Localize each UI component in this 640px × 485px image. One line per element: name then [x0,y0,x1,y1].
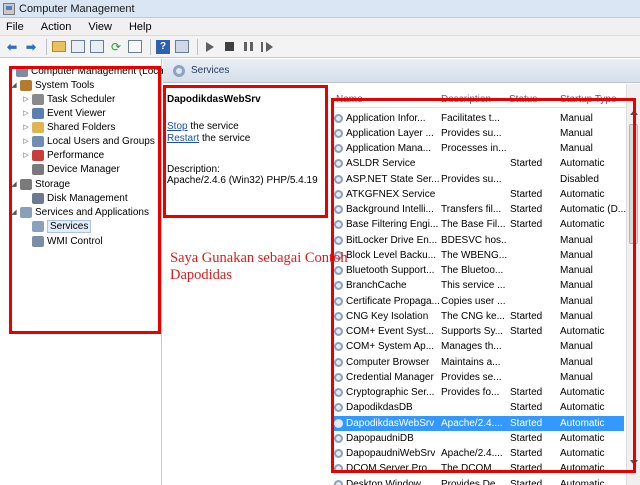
service-description-cell: Provides De... [441,478,504,485]
window-title: Computer Management [19,2,135,15]
annotation-box-list [331,98,636,473]
title-bar: Computer Management [0,0,640,18]
menu-view[interactable]: View [86,21,114,33]
restart-service-icon[interactable] [259,39,275,55]
menu-action[interactable]: Action [39,21,74,33]
annotation-box-tree [9,66,161,334]
service-status-cell: Started [510,478,543,485]
console-icon[interactable] [174,39,190,55]
stop-service-icon[interactable] [221,39,237,55]
menu-file[interactable]: File [4,21,26,33]
start-service-icon[interactable] [202,39,218,55]
services-gear-icon [173,64,185,77]
menu-help[interactable]: Help [127,21,154,33]
toolbar-separator [150,38,151,55]
service-name-cell: Desktop Window ... [334,479,439,485]
properties-icon[interactable] [89,39,105,55]
refresh-icon[interactable]: ⟳ [108,39,124,55]
toolbar-separator [46,38,47,55]
annotation-caption-line1: Saya Gunakan sebagai Contoh [170,250,348,266]
annotation-box-detail [163,85,328,218]
show-hide-tree-icon[interactable] [70,39,86,55]
back-arrow-icon[interactable]: ⬅ [4,39,20,55]
annotation-caption: Saya Gunakan sebagai Contoh Dapodidas [170,250,348,284]
header-title: Services [191,65,230,76]
service-row[interactable]: Desktop Window ... Provides De... Started A… [334,477,624,485]
toolbar: ⬅ ➡ ⟳ ? [0,36,640,58]
service-name: Desktop Window ... [346,478,433,485]
service-gear-icon [334,479,343,485]
services-header: Services [163,59,640,83]
pause-service-icon[interactable] [240,39,256,55]
up-folder-icon[interactable] [51,39,67,55]
annotation-caption-line2: Dapodidas [170,267,233,283]
menu-bar: File Action View Help [0,18,640,36]
forward-arrow-icon[interactable]: ➡ [23,39,39,55]
toolbar-separator [197,38,198,55]
computer-management-icon [3,2,15,15]
help-icon[interactable]: ? [155,39,171,55]
service-startup-cell: Automatic [560,478,605,485]
export-icon[interactable] [127,39,143,55]
